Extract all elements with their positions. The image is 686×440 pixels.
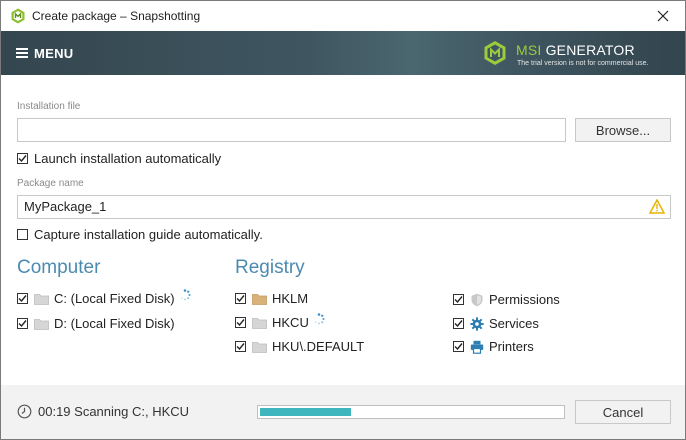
footer-bar: 00:19 Scanning C:, HKCU Cancel bbox=[1, 385, 685, 439]
checkmark-icon bbox=[18, 295, 27, 303]
capture-guide-label: Capture installation guide automatically… bbox=[34, 227, 263, 242]
computer-item-d-label: D: (Local Fixed Disk) bbox=[54, 316, 175, 331]
title-bar: Create package – Snapshotting bbox=[1, 1, 685, 31]
computer-item-c[interactable]: C: (Local Fixed Disk) bbox=[17, 288, 191, 306]
installation-file-input[interactable] bbox=[17, 118, 566, 142]
services-item[interactable]: Services bbox=[453, 316, 539, 331]
dialog-window: Create package – Snapshotting MENU MSI G… bbox=[0, 0, 686, 440]
printer-icon bbox=[470, 340, 484, 354]
registry-item-hklm-checkbox[interactable] bbox=[235, 293, 246, 304]
printers-item[interactable]: Printers bbox=[453, 339, 534, 354]
registry-item-hku-default-label: HKU\.DEFAULT bbox=[272, 339, 365, 354]
gear-icon bbox=[470, 316, 484, 331]
warning-icon bbox=[649, 199, 665, 214]
brand-name: MSI GENERATOR bbox=[516, 42, 635, 58]
capture-guide-row[interactable]: Capture installation guide automatically… bbox=[17, 227, 263, 242]
services-label: Services bbox=[489, 316, 539, 331]
printers-label: Printers bbox=[489, 339, 534, 354]
checkmark-icon bbox=[454, 320, 463, 328]
permissions-label: Permissions bbox=[489, 292, 560, 307]
registry-section-title: Registry bbox=[235, 257, 305, 278]
progress-fill bbox=[260, 408, 351, 416]
folder-icon bbox=[252, 317, 267, 329]
menu-label: MENU bbox=[34, 45, 74, 61]
browse-button[interactable]: Browse... bbox=[575, 118, 671, 142]
loading-spinner-icon bbox=[180, 288, 191, 300]
checkmark-icon bbox=[18, 155, 27, 163]
folder-icon bbox=[252, 341, 267, 353]
progress-bar bbox=[257, 405, 565, 419]
checkmark-icon bbox=[18, 320, 27, 328]
registry-item-hkcu-label: HKCU bbox=[272, 315, 309, 330]
close-button[interactable] bbox=[641, 1, 685, 31]
checkmark-icon bbox=[236, 295, 245, 303]
app-icon bbox=[11, 8, 25, 24]
status-text: 00:19 Scanning C:, HKCU bbox=[38, 404, 190, 419]
menu-button[interactable]: MENU bbox=[16, 43, 73, 63]
checkmark-icon bbox=[454, 343, 463, 351]
header-banner: MENU MSI GENERATOR The trial version is … bbox=[1, 31, 685, 75]
computer-item-c-label: C: (Local Fixed Disk) bbox=[54, 291, 175, 306]
window-title: Create package – Snapshotting bbox=[32, 9, 201, 23]
permissions-item[interactable]: Permissions bbox=[453, 292, 560, 307]
computer-section-title: Computer bbox=[17, 257, 101, 278]
status-area: 00:19 Scanning C:, HKCU bbox=[17, 404, 189, 419]
package-name-label: Package name bbox=[17, 178, 84, 189]
launch-automatically-row[interactable]: Launch installation automatically bbox=[17, 151, 221, 166]
hamburger-icon bbox=[16, 48, 28, 58]
loading-spinner-icon bbox=[314, 312, 325, 324]
brand-subtitle: The trial version is not for commercial … bbox=[517, 60, 649, 67]
services-checkbox[interactable] bbox=[453, 318, 464, 329]
brand-logo-icon bbox=[484, 41, 506, 65]
checkmark-icon bbox=[236, 343, 245, 351]
launch-automatically-checkbox[interactable] bbox=[17, 153, 28, 164]
computer-item-d-checkbox[interactable] bbox=[17, 318, 28, 329]
folder-icon bbox=[34, 293, 49, 305]
checkmark-icon bbox=[236, 319, 245, 327]
registry-item-hku-default-checkbox[interactable] bbox=[235, 341, 246, 352]
shield-icon bbox=[471, 293, 483, 306]
clock-icon bbox=[17, 404, 32, 419]
permissions-checkbox[interactable] bbox=[453, 294, 464, 305]
registry-item-hkcu[interactable]: HKCU bbox=[235, 312, 325, 330]
package-name-value: MyPackage_1 bbox=[24, 199, 107, 214]
installation-file-label: Installation file bbox=[17, 101, 81, 112]
cancel-button[interactable]: Cancel bbox=[575, 400, 671, 424]
registry-item-hklm-label: HKLM bbox=[272, 291, 309, 306]
computer-item-d[interactable]: D: (Local Fixed Disk) bbox=[17, 316, 175, 331]
registry-item-hkcu-checkbox[interactable] bbox=[235, 317, 246, 328]
registry-item-hklm[interactable]: HKLM bbox=[235, 291, 308, 306]
folder-icon bbox=[34, 318, 49, 330]
registry-item-hku-default[interactable]: HKU\.DEFAULT bbox=[235, 339, 364, 354]
capture-guide-checkbox[interactable] bbox=[17, 229, 28, 240]
package-name-input[interactable]: MyPackage_1 bbox=[17, 195, 671, 219]
launch-automatically-label: Launch installation automatically bbox=[34, 151, 222, 166]
printers-checkbox[interactable] bbox=[453, 341, 464, 352]
computer-item-c-checkbox[interactable] bbox=[17, 293, 28, 304]
folder-open-icon bbox=[252, 293, 267, 305]
close-icon bbox=[657, 10, 669, 22]
checkmark-icon bbox=[454, 296, 463, 304]
